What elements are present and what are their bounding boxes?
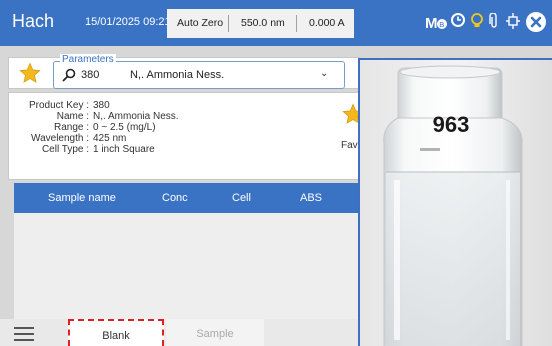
info-value: 380: [93, 100, 110, 111]
info-value: 425 nm: [93, 133, 127, 144]
parameters-legend: Parameters: [60, 54, 116, 65]
info-label: Wavelength :: [31, 133, 89, 144]
search-icon: [62, 68, 76, 82]
wavelength-readout: 550.0 nm: [241, 17, 285, 29]
info-label: Cell Type :: [41, 144, 89, 155]
parameter-panel: Parameters 380 N,. Ammonia Ness. ⌄: [8, 54, 360, 89]
info-label: Range :: [53, 122, 89, 133]
vial-camera-image: 963: [358, 58, 552, 346]
parameter-key: 380: [81, 69, 100, 81]
info-value: 1 inch Square: [93, 144, 155, 155]
column-header-conc[interactable]: Conc: [162, 192, 188, 204]
status-bar: Auto Zero 550.0 nm 0.000 A: [167, 9, 354, 38]
chevron-down-icon[interactable]: ⌄: [320, 68, 328, 79]
sample-vial-illustration: 963: [360, 60, 552, 346]
clip-icon[interactable]: [489, 12, 499, 34]
blank-button[interactable]: Blank: [68, 319, 164, 346]
m-logo-icon[interactable]: MB: [423, 13, 447, 36]
brand-title: Hach: [12, 11, 55, 31]
auto-zero-button[interactable]: Auto Zero: [177, 17, 223, 29]
favorite-star-icon[interactable]: [19, 62, 41, 84]
absorbance-readout: 0.000 A: [309, 17, 345, 29]
parameter-name: N,. Ammonia Ness.: [130, 69, 225, 81]
column-header-sample-name[interactable]: Sample name: [48, 192, 116, 204]
close-button[interactable]: [526, 12, 546, 32]
top-bar: Hach 15/01/2025 09:21:04 Auto Zero 550.0…: [0, 0, 552, 46]
svg-text:B: B: [439, 20, 444, 29]
column-header-abs[interactable]: ABS: [300, 192, 322, 204]
divider: [296, 15, 297, 32]
results-table-body[interactable]: [14, 213, 360, 319]
parameter-info-panel: Product Key : 380 Name : N,. Ammonia Nes…: [8, 92, 367, 180]
sample-button[interactable]: Sample: [166, 319, 264, 346]
divider: [228, 15, 229, 32]
bottom-toolbar: Blank Sample: [0, 319, 360, 346]
vial-label: 963: [433, 112, 470, 137]
clock-icon[interactable]: [451, 13, 465, 32]
close-icon: [530, 16, 542, 28]
settings-chip-icon[interactable]: [506, 13, 520, 34]
parameter-dropdown[interactable]: Parameters 380 N,. Ammonia Ness. ⌄: [53, 54, 345, 89]
info-label: Product Key :: [28, 100, 89, 111]
bulb-icon[interactable]: [471, 13, 483, 34]
column-header-cell[interactable]: Cell: [232, 192, 251, 204]
info-value: 0 ~ 2.5 (mg/L): [93, 122, 156, 133]
svg-text:M: M: [425, 15, 438, 31]
info-value: N,. Ammonia Ness.: [93, 111, 179, 122]
info-label: Name :: [56, 111, 89, 122]
hamburger-menu-icon[interactable]: [14, 326, 34, 342]
results-table-header: Sample name Conc Cell ABS: [14, 183, 360, 213]
